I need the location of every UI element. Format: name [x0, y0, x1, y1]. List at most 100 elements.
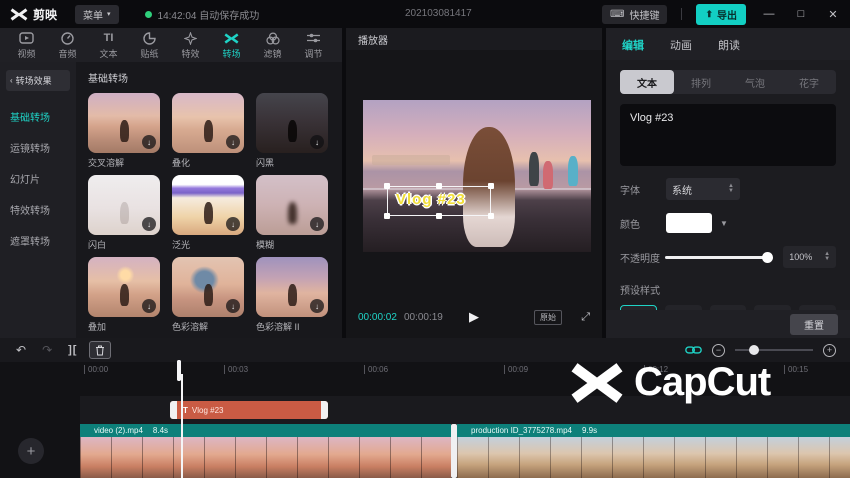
- play-button[interactable]: ▶: [469, 309, 479, 325]
- resize-handle[interactable]: [488, 183, 494, 189]
- transition-thumbnail[interactable]: ↓: [172, 257, 244, 317]
- transition-card[interactable]: ↓ 交叉溶解: [88, 93, 164, 169]
- export-button[interactable]: ⬆ 导出: [696, 4, 746, 25]
- transition-thumbnail[interactable]: ↓: [172, 175, 244, 235]
- color-swatch[interactable]: [666, 213, 712, 233]
- transition-card[interactable]: ↓ 闪白: [88, 175, 164, 251]
- resize-handle[interactable]: [384, 213, 390, 219]
- transition-thumbnail[interactable]: ↓: [88, 175, 160, 235]
- text-clip-body[interactable]: T Vlog #23: [177, 401, 321, 419]
- capcut-logo-icon: [10, 8, 28, 21]
- minimize-button[interactable]: —: [760, 8, 778, 20]
- transition-thumbnail[interactable]: ↓: [256, 257, 328, 317]
- transition-card[interactable]: ↓ 色彩溶解: [172, 257, 248, 333]
- download-icon[interactable]: ↓: [142, 299, 156, 313]
- stepper-icon[interactable]: ▲▼: [728, 184, 734, 194]
- video-clip-2[interactable]: production ID_3775278.mp4 9.9s: [457, 424, 850, 478]
- toolbar-item-video[interactable]: 视频: [6, 31, 47, 60]
- tab-edit[interactable]: 编辑: [622, 37, 644, 53]
- timeline-zoom-slider[interactable]: [735, 349, 813, 351]
- download-icon[interactable]: ↓: [226, 135, 240, 149]
- transition-thumbnail[interactable]: ↓: [256, 93, 328, 153]
- overlay-text[interactable]: Vlog #23: [396, 191, 466, 208]
- zoom-slider-knob[interactable]: [749, 345, 759, 355]
- transition-card[interactable]: ↓ 泛光: [172, 175, 248, 251]
- reset-button[interactable]: 重置: [790, 314, 838, 335]
- opacity-row: 不透明度 100% ▲▼: [620, 246, 836, 268]
- close-button[interactable]: ✕: [824, 8, 842, 21]
- transition-card[interactable]: ↓ 色彩溶解 II: [256, 257, 332, 333]
- aspect-ratio-button[interactable]: 原始: [534, 310, 562, 325]
- transition-thumbnail[interactable]: ↓: [88, 257, 160, 317]
- download-icon[interactable]: ↓: [226, 299, 240, 313]
- toolbar-item-adjust[interactable]: 调节: [293, 31, 334, 60]
- subtab-arrange[interactable]: 排列: [674, 70, 728, 94]
- clip-trim-handle[interactable]: [170, 401, 177, 419]
- download-icon[interactable]: ↓: [310, 217, 324, 231]
- text-selection-box[interactable]: Vlog #23: [387, 186, 491, 216]
- clip-trim-handle[interactable]: [451, 424, 457, 478]
- toolbar-item-filter[interactable]: 滤镜: [252, 31, 293, 60]
- transition-thumbnail[interactable]: ↓: [88, 93, 160, 153]
- tab-animation[interactable]: 动画: [670, 37, 692, 53]
- sidebar-item-motion-transitions[interactable]: 运镜转场: [0, 132, 76, 163]
- fullscreen-icon[interactable]: ⤢: [581, 311, 590, 324]
- undo-icon[interactable]: ↶: [16, 343, 26, 357]
- sidebar-header[interactable]: ‹ 转场效果: [6, 70, 70, 91]
- transition-card[interactable]: ↓ 叠加: [88, 257, 164, 333]
- delete-button[interactable]: [89, 341, 111, 359]
- inspector-tabs: 编辑 动画 朗读: [606, 28, 850, 60]
- clip-filmstrip[interactable]: [80, 437, 451, 478]
- download-icon[interactable]: ↓: [226, 217, 240, 231]
- download-icon[interactable]: ↓: [310, 135, 324, 149]
- opacity-slider[interactable]: [665, 256, 772, 259]
- download-icon[interactable]: ↓: [310, 299, 324, 313]
- split-icon[interactable]: ][: [68, 344, 77, 356]
- sidebar-item-basic-transitions[interactable]: 基础转场: [0, 101, 76, 132]
- video-preview[interactable]: Vlog #23: [363, 100, 591, 252]
- clip-filmstrip[interactable]: [457, 437, 850, 478]
- redo-icon[interactable]: ↷: [42, 343, 52, 357]
- download-icon[interactable]: ↓: [142, 135, 156, 149]
- opacity-value-box[interactable]: 100% ▲▼: [783, 246, 836, 268]
- chevron-down-icon[interactable]: ▼: [720, 219, 728, 228]
- video-clip-1[interactable]: video (2).mp4 8.4s: [80, 424, 451, 478]
- resize-handle[interactable]: [384, 183, 390, 189]
- toolbar-item-audio[interactable]: 音频: [47, 31, 88, 60]
- toolbar-item-transition[interactable]: 转场: [211, 31, 252, 60]
- toolbar-item-effect[interactable]: 特效: [170, 31, 211, 60]
- zoom-in-icon[interactable]: +: [823, 344, 836, 357]
- sidebar-item-slideshow[interactable]: 幻灯片: [0, 163, 76, 194]
- zoom-out-icon[interactable]: −: [712, 344, 725, 357]
- playhead[interactable]: [177, 362, 181, 478]
- toolbar-item-text[interactable]: TI 文本: [88, 31, 129, 60]
- link-icon[interactable]: [685, 344, 702, 356]
- menu-button[interactable]: 菜单 ▾: [75, 5, 119, 24]
- tab-read-aloud[interactable]: 朗读: [718, 37, 740, 53]
- transition-card[interactable]: ↓ 模糊: [256, 175, 332, 251]
- text-clip[interactable]: T Vlog #23: [170, 401, 328, 419]
- transition-card[interactable]: ↓ 闪黑: [256, 93, 332, 169]
- resize-handle[interactable]: [488, 213, 494, 219]
- slider-knob[interactable]: [762, 252, 773, 263]
- font-select[interactable]: 系统 ▲▼: [666, 178, 740, 200]
- transition-card[interactable]: ↓ 叠化: [172, 93, 248, 169]
- clip-trim-handle[interactable]: [321, 401, 328, 419]
- transition-thumbnail[interactable]: ↓: [256, 175, 328, 235]
- subtab-text[interactable]: 文本: [620, 70, 674, 94]
- sidebar-item-effect-transitions[interactable]: 特效转场: [0, 194, 76, 225]
- subtab-bubble[interactable]: 气泡: [728, 70, 782, 94]
- clip-duration: 9.9s: [582, 426, 597, 435]
- resize-handle[interactable]: [436, 183, 442, 189]
- transition-thumbnail[interactable]: ↓: [172, 93, 244, 153]
- resize-handle[interactable]: [436, 213, 442, 219]
- subtab-fancy-text[interactable]: 花字: [782, 70, 836, 94]
- text-content-input[interactable]: Vlog #23: [620, 104, 836, 166]
- stepper-icon[interactable]: ▲▼: [824, 252, 830, 262]
- download-icon[interactable]: ↓: [142, 217, 156, 231]
- sidebar-item-mask-transitions[interactable]: 遮罩转场: [0, 225, 76, 256]
- toolbar-item-sticker[interactable]: 贴纸: [129, 31, 170, 60]
- maximize-button[interactable]: □: [792, 8, 810, 20]
- shortcut-button[interactable]: ⌨ 快捷键: [602, 5, 667, 24]
- add-media-button[interactable]: +: [18, 438, 44, 464]
